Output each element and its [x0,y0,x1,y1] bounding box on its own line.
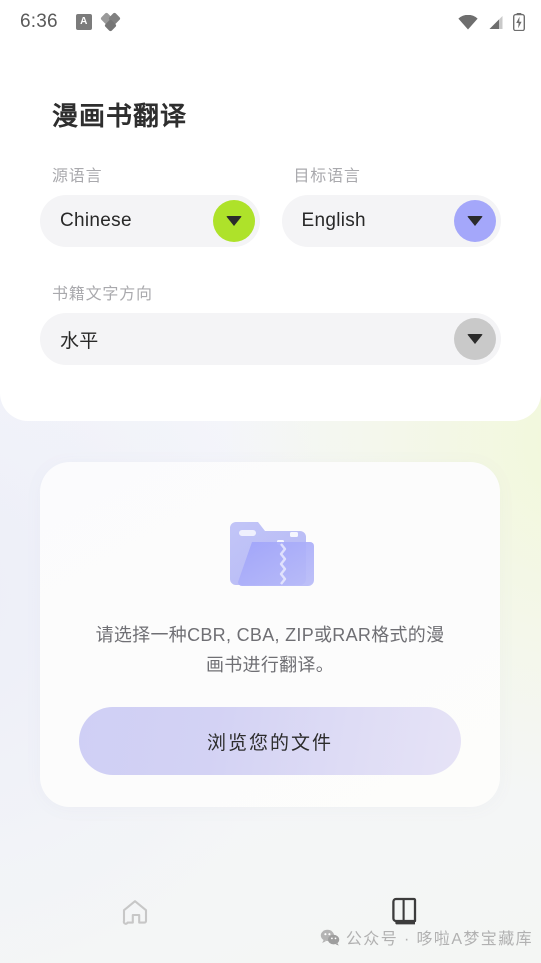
status-bar-clock: 6:36 [20,11,58,32]
cellular-signal-icon [486,15,504,30]
nav-item-library[interactable] [271,877,541,963]
wechat-watermark: 公众号 · 哆啦A梦宝藏库 [320,925,533,949]
nav-item-home[interactable] [0,877,271,963]
text-direction-select[interactable]: 水平 [40,313,501,365]
text-direction-group: 书籍文字方向 水平 [40,280,501,365]
source-language-select[interactable]: Chinese [40,195,260,247]
bottom-navigation-bar [0,877,541,963]
page-title: 漫画书翻译 [52,101,188,131]
target-language-label: 目标语言 [293,168,361,185]
language-selectors-row: 源语言 Chinese 目标语言 English [40,162,501,247]
home-icon [120,897,150,927]
status-bar-notification-icons: A [75,11,121,32]
battery-charging-icon [513,13,525,31]
app-screen: 6:36 A 漫画书翻译 源语言 Chinese 目标语言 English 书籍… [0,0,541,963]
status-bar: 6:36 A [0,0,541,44]
text-direction-value: 水平 [60,330,99,352]
watermark-text: 公众号 · 哆啦A梦宝藏库 [345,931,533,948]
wechat-icon [320,929,340,946]
target-language-value: English [301,210,366,231]
source-language-value: Chinese [60,210,132,231]
wifi-icon [458,15,478,30]
text-direction-label: 书籍文字方向 [52,286,153,303]
file-drop-card[interactable]: 请选择一种CBR, CBA, ZIP或RAR格式的漫画书进行翻译。 浏览您的文件 [40,462,500,807]
zip-folder-icon [220,514,320,592]
source-language-label: 源语言 [52,168,103,185]
status-bar-system-icons [458,13,525,31]
drop-zone-description: 请选择一种CBR, CBA, ZIP或RAR格式的漫画书进行翻译。 [95,625,445,675]
settings-card: 漫画书翻译 源语言 Chinese 目标语言 English 书籍文字方向 水平 [0,44,541,421]
app-badge-icon: A [75,14,92,30]
source-language-group: 源语言 Chinese [40,162,260,247]
target-language-group: 目标语言 English [281,162,501,247]
browse-files-button[interactable]: 浏览您的文件 [79,707,461,775]
app-cluster-icon [99,11,121,32]
target-language-select[interactable]: English [281,195,501,247]
book-icon [391,896,421,928]
chevron-down-icon[interactable] [454,200,496,242]
chevron-down-icon[interactable] [454,318,496,360]
chevron-down-icon[interactable] [212,200,255,242]
